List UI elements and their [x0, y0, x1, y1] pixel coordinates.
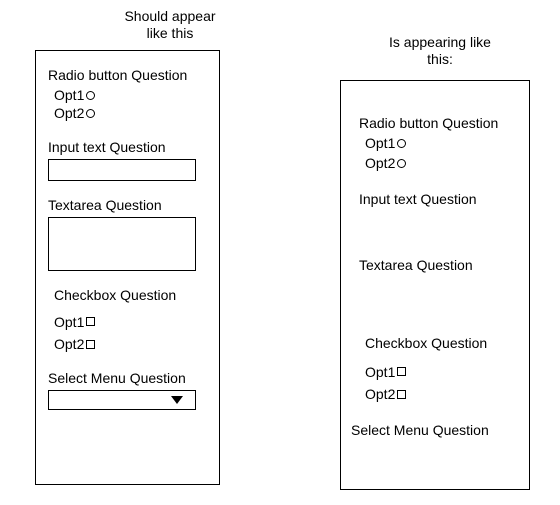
checkbox-option-1[interactable]: Opt1 — [365, 364, 517, 381]
checkbox-square-icon — [86, 340, 95, 349]
checkbox-option-1-label: Opt1 — [365, 364, 395, 381]
select-menu[interactable] — [48, 390, 196, 410]
checkbox-option-2-label: Opt2 — [54, 336, 84, 353]
checkbox-option-2[interactable]: Opt2 — [365, 386, 517, 403]
radio-option-1[interactable]: Opt1 — [54, 87, 207, 104]
textarea-question-title: Textarea Question — [48, 197, 207, 213]
radio-option-1-label: Opt1 — [54, 87, 84, 104]
textarea-question-title: Textarea Question — [359, 257, 517, 273]
radio-circle-icon — [397, 139, 406, 148]
radio-option-1-label: Opt1 — [365, 135, 395, 152]
radio-circle-icon — [86, 91, 95, 100]
checkbox-option-2-label: Opt2 — [365, 386, 395, 403]
input-question-title: Input text Question — [48, 139, 207, 155]
radio-option-2[interactable]: Opt2 — [54, 105, 207, 122]
right-header-line1: Is appearing like — [360, 34, 520, 51]
select-question-title: Select Menu Question — [351, 422, 517, 438]
radio-question-title: Radio button Question — [48, 67, 207, 83]
chevron-down-icon — [171, 396, 183, 404]
radio-circle-icon — [397, 159, 406, 168]
checkbox-square-icon — [397, 367, 406, 376]
left-header-line2: like this — [90, 25, 250, 42]
checkbox-option-1[interactable]: Opt1 — [54, 314, 207, 331]
select-question-title: Select Menu Question — [48, 370, 207, 386]
checkbox-square-icon — [397, 390, 406, 399]
radio-circle-icon — [86, 109, 95, 118]
radio-option-2[interactable]: Opt2 — [365, 155, 517, 172]
checkbox-question-title: Checkbox Question — [54, 287, 207, 303]
checkbox-option-1-label: Opt1 — [54, 314, 84, 331]
right-header-line2: this: — [360, 51, 520, 68]
checkbox-square-icon — [86, 317, 95, 326]
radio-question-title: Radio button Question — [359, 115, 517, 131]
text-input[interactable] — [48, 159, 196, 181]
radio-option-2-label: Opt2 — [365, 155, 395, 172]
checkbox-question-title: Checkbox Question — [365, 335, 517, 351]
input-question-title: Input text Question — [359, 191, 517, 207]
left-header: Should appear like this — [90, 8, 250, 42]
left-header-line1: Should appear — [90, 8, 250, 25]
radio-option-1[interactable]: Opt1 — [365, 135, 517, 152]
left-panel: Radio button Question Opt1 Opt2 Input te… — [35, 50, 220, 485]
right-header: Is appearing like this: — [360, 34, 520, 68]
right-panel: Radio button Question Opt1 Opt2 Input te… — [340, 80, 530, 490]
textarea-input[interactable] — [48, 217, 196, 271]
radio-option-2-label: Opt2 — [54, 105, 84, 122]
checkbox-option-2[interactable]: Opt2 — [54, 336, 207, 353]
